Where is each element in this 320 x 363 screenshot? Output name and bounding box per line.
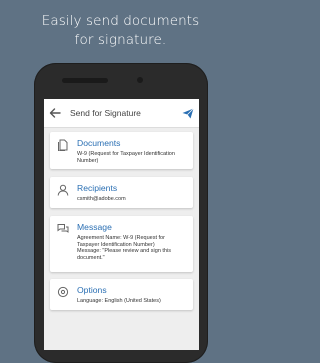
message-detail-line-2: Taxpayer Identification Number) bbox=[77, 241, 155, 248]
documents-detail-line-2: Number) bbox=[77, 157, 99, 164]
phone-speaker bbox=[62, 78, 108, 83]
arrow-left-icon bbox=[49, 108, 61, 118]
headline-line-1: Easily send documents bbox=[41, 13, 200, 29]
documents-card[interactable]: Documents W-9 (Request for Taxpayer Iden… bbox=[50, 132, 193, 169]
message-detail-line-1: Agreement Name: W-9 (Request for bbox=[77, 235, 165, 241]
message-detail-line-3: Message: "Please review and sign this bbox=[77, 248, 171, 255]
headline: Easily send documents for signature. bbox=[0, 12, 241, 50]
recipients-card[interactable]: Recipients csmith@adobe.com bbox=[50, 177, 193, 208]
document-icon bbox=[58, 139, 68, 151]
options-detail: Language: English (United States) bbox=[77, 298, 161, 304]
message-title: Message bbox=[77, 222, 112, 232]
message-detail: Agreement Name: W-9 (Request for Taxpaye… bbox=[77, 235, 187, 261]
documents-detail: W-9 (Request for Taxpayer Identification… bbox=[77, 151, 187, 164]
paper-plane-icon bbox=[182, 107, 194, 118]
documents-title: Documents bbox=[77, 138, 121, 148]
recipients-title: Recipients bbox=[77, 183, 118, 193]
headline-line-2: for signature. bbox=[74, 32, 167, 48]
recipients-detail: csmith@adobe.com bbox=[77, 196, 126, 202]
phone-screen: Send for Signature Documents W-9 (Reques… bbox=[44, 99, 199, 350]
options-card[interactable]: Options Language: English (United States… bbox=[50, 279, 193, 310]
page-title: Send for Signature bbox=[70, 108, 141, 118]
chat-bubbles-icon bbox=[57, 224, 69, 233]
message-card[interactable]: Message Agreement Name: W-9 (Request for… bbox=[50, 216, 193, 272]
send-button[interactable] bbox=[177, 99, 199, 127]
person-icon bbox=[57, 184, 69, 196]
app-bar: Send for Signature bbox=[44, 99, 199, 128]
back-button[interactable] bbox=[44, 99, 66, 127]
phone-camera bbox=[137, 77, 143, 83]
options-title: Options bbox=[77, 285, 107, 295]
documents-detail-line-1: W-9 (Request for Taxpayer Identification bbox=[77, 151, 175, 157]
message-detail-line-4: document." bbox=[77, 254, 105, 261]
settings-icon bbox=[57, 286, 69, 298]
